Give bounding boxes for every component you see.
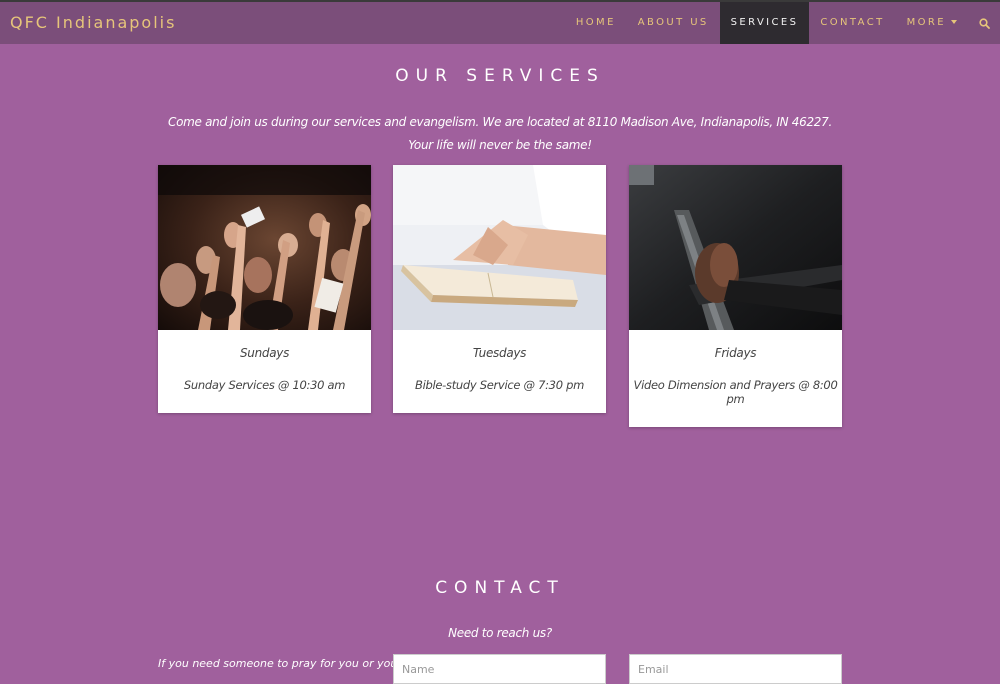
contact-subtitle: Need to reach us?: [448, 626, 552, 640]
email-field[interactable]: [629, 654, 842, 684]
name-field[interactable]: [393, 654, 606, 684]
brand-logo-link[interactable]: QFC Indianapolis: [10, 2, 176, 44]
navbar: QFC Indianapolis HOME ABOUT US SERVICES …: [0, 0, 1000, 44]
nav-item-contact[interactable]: CONTACT: [809, 2, 895, 44]
service-card-body: Sundays Sunday Services @ 10:30 am: [158, 346, 371, 413]
praying-hands-pew-photo: [629, 165, 842, 330]
nav-item-services[interactable]: SERVICES: [719, 2, 810, 44]
services-intro-line1: Come and join us during our services and…: [168, 115, 832, 129]
service-day: Sundays: [239, 346, 290, 360]
contact-prayer-text: If you need someone to pray for you or y…: [158, 657, 398, 670]
service-card-tuesdays: Tuesdays Bible-study Service @ 7:30 pm: [393, 165, 606, 413]
service-detail: Sunday Services @ 10:30 am: [183, 378, 346, 392]
service-card-body: Tuesdays Bible-study Service @ 7:30 pm: [393, 346, 606, 413]
nav-item-more-label: MORE: [906, 17, 946, 28]
praying-hands-bible-photo: [393, 165, 606, 330]
service-detail: Video Dimension and Prayers @ 8:00 pm: [633, 378, 838, 406]
services-intro-line2: Your life will never be the same!: [408, 138, 592, 152]
service-detail: Bible-study Service @ 7:30 pm: [415, 378, 584, 392]
contact-heading: CONTACT: [435, 578, 565, 598]
nav-item-about-us[interactable]: ABOUT US: [627, 2, 720, 44]
worship-crowd-photo: [158, 165, 371, 330]
nav-item-home[interactable]: HOME: [565, 2, 627, 44]
service-card-body: Fridays Video Dimension and Prayers @ 8:…: [629, 346, 842, 427]
caret-down-icon: [951, 20, 957, 24]
service-day: Tuesdays: [472, 346, 527, 360]
service-card-fridays: Fridays Video Dimension and Prayers @ 8:…: [629, 165, 842, 427]
nav-menu: HOME ABOUT US SERVICES CONTACT MORE: [565, 2, 1000, 44]
nav-item-more-dropdown[interactable]: MORE: [896, 2, 968, 44]
search-button[interactable]: [968, 2, 1000, 44]
service-card-sundays: Sundays Sunday Services @ 10:30 am: [158, 165, 371, 413]
search-icon: [978, 17, 990, 29]
service-day: Fridays: [714, 346, 757, 360]
services-heading: OUR SERVICES: [395, 66, 605, 86]
